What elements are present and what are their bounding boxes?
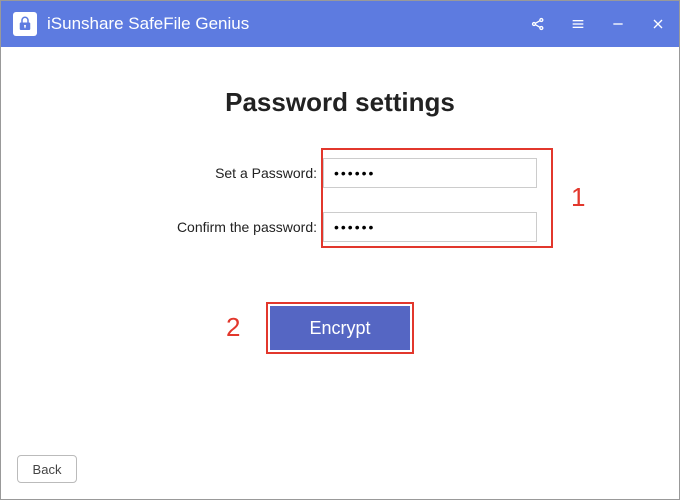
titlebar: iSunshare SafeFile Genius bbox=[1, 1, 679, 47]
set-password-label: Set a Password: bbox=[143, 165, 323, 181]
encrypt-button[interactable]: Encrypt bbox=[270, 306, 410, 350]
minimize-icon[interactable] bbox=[609, 15, 627, 33]
menu-icon[interactable] bbox=[569, 15, 587, 33]
app-lock-icon bbox=[13, 12, 37, 36]
confirm-password-input[interactable] bbox=[323, 212, 537, 242]
close-icon[interactable] bbox=[649, 15, 667, 33]
window-controls bbox=[529, 15, 667, 33]
annotation-label-1: 1 bbox=[571, 182, 585, 213]
page-title: Password settings bbox=[51, 87, 629, 118]
annotation-label-2: 2 bbox=[226, 312, 240, 343]
confirm-password-label: Confirm the password: bbox=[143, 219, 323, 235]
set-password-input[interactable] bbox=[323, 158, 537, 188]
share-icon[interactable] bbox=[529, 15, 547, 33]
encrypt-button-area: 2 Encrypt bbox=[270, 306, 410, 350]
main-content: Password settings 1 Set a Password: Conf… bbox=[1, 47, 679, 350]
back-button[interactable]: Back bbox=[17, 455, 77, 483]
password-form: 1 Set a Password: Confirm the password: bbox=[143, 158, 537, 266]
confirm-password-row: Confirm the password: bbox=[143, 212, 537, 242]
set-password-row: Set a Password: bbox=[143, 158, 537, 188]
app-title: iSunshare SafeFile Genius bbox=[47, 14, 529, 34]
